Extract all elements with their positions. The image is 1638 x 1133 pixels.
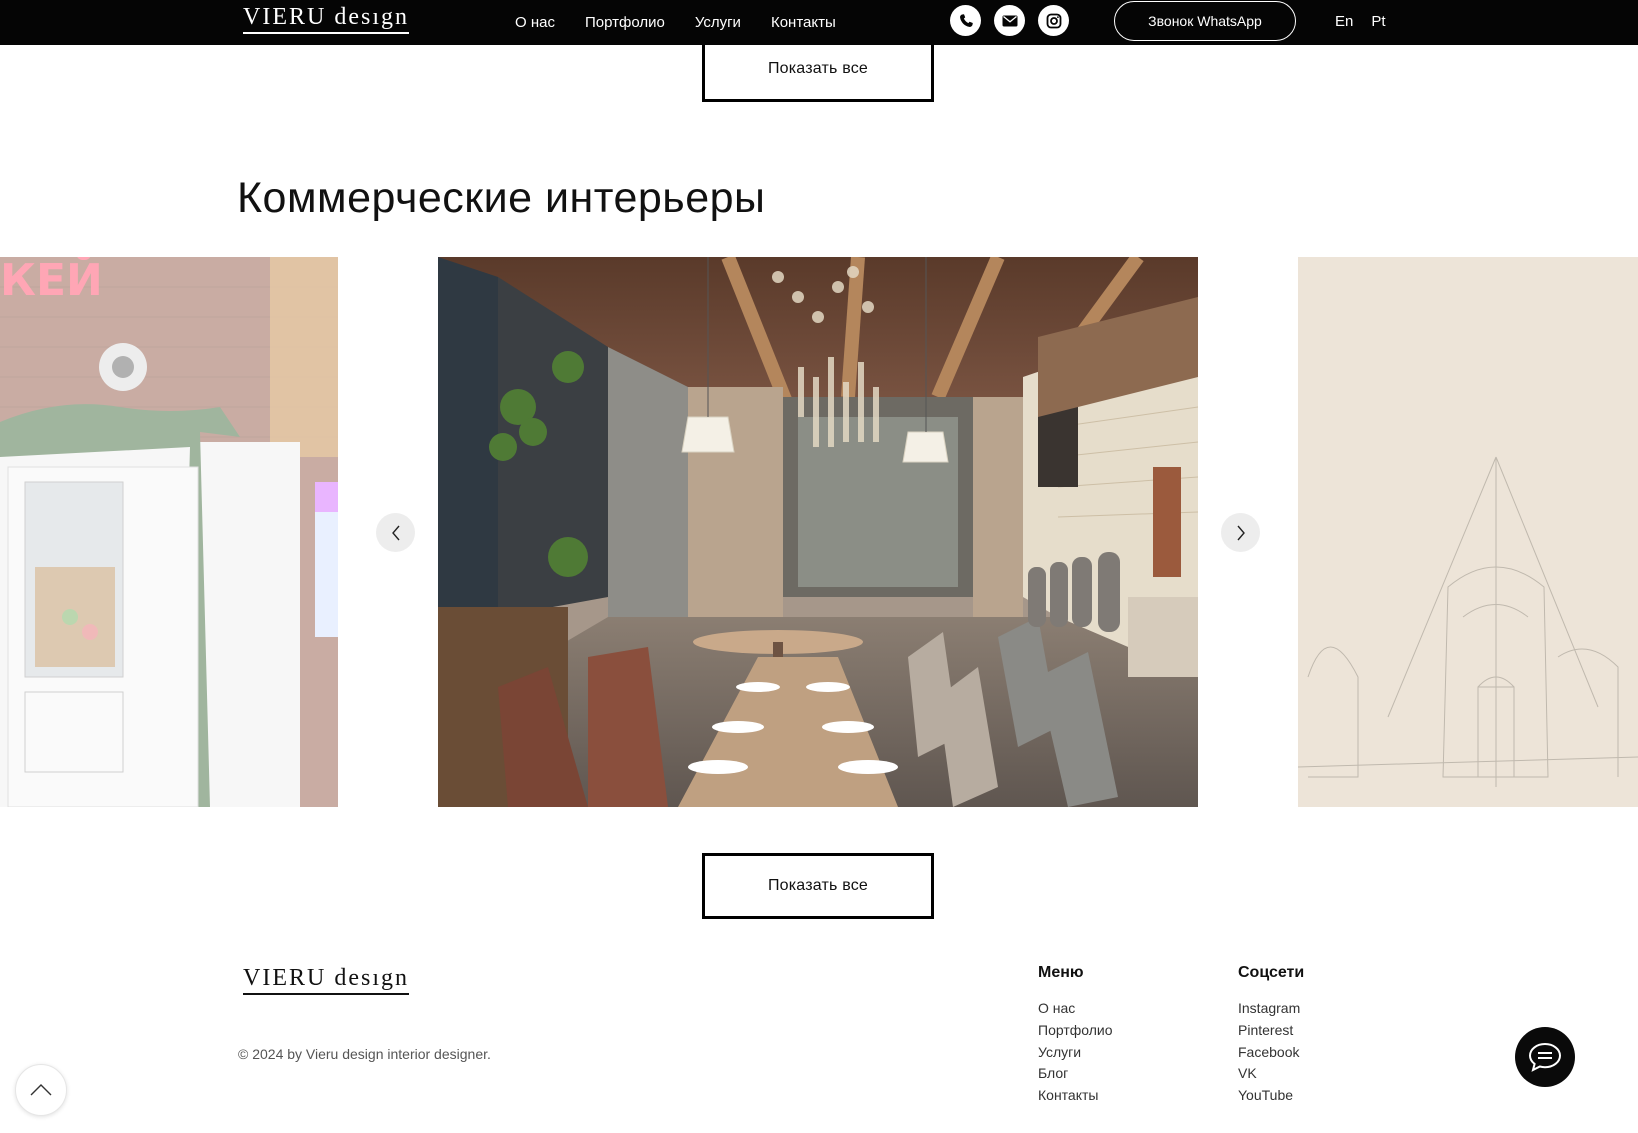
logo-text-design: desıgn (334, 4, 409, 30)
shop-entrance-photo: КЕЙ (0, 257, 338, 807)
footer-menu-item-portfolio[interactable]: Портфолио (1038, 1020, 1113, 1042)
whatsapp-call-button[interactable]: Звонок WhatsApp (1114, 1, 1296, 41)
chevron-left-icon (391, 525, 400, 540)
restaurant-interior-render (438, 257, 1198, 807)
carousel-slide-prev[interactable]: КЕЙ (0, 257, 338, 807)
footer-menu-item-about[interactable]: О нас (1038, 998, 1113, 1020)
header-logo[interactable]: VIERU desıgn (243, 4, 409, 34)
mail-icon[interactable] (994, 5, 1025, 36)
chat-button[interactable] (1515, 1027, 1575, 1087)
footer-menu-item-contacts[interactable]: Контакты (1038, 1085, 1113, 1107)
footer-social-pinterest[interactable]: Pinterest (1238, 1020, 1304, 1042)
footer-menu: Меню О нас Портфолио Услуги Блог Контакт… (1038, 964, 1113, 1107)
footer-social-title: Соцсети (1238, 964, 1305, 981)
carousel-next-button[interactable] (1221, 513, 1260, 552)
pencil-sketch-drawing (1298, 257, 1638, 807)
footer-social-youtube[interactable]: YouTube (1238, 1085, 1304, 1107)
section-title: Коммерческие интерьеры (237, 174, 766, 222)
header-social-links (950, 5, 1069, 36)
nav-portfolio[interactable]: Портфолио (585, 14, 665, 31)
chevron-up-icon (30, 1084, 52, 1096)
copyright-text: © 2024 by Vieru design interior designer… (238, 1046, 491, 1062)
logo-text-main: VIERU (243, 4, 327, 30)
nav-about[interactable]: О нас (515, 14, 555, 31)
svg-text:КЕЙ: КЕЙ (0, 257, 103, 306)
footer-logo-text-design: desıgn (334, 965, 409, 991)
carousel-slide-next[interactable] (1298, 257, 1638, 807)
lang-en[interactable]: En (1335, 13, 1353, 30)
footer-menu-title: Меню (1038, 964, 1084, 981)
show-all-button[interactable]: Показать все (702, 853, 934, 919)
nav-contacts[interactable]: Контакты (771, 14, 836, 31)
footer-logo-text-main: VIERU (243, 965, 327, 991)
footer-social-vk[interactable]: VK (1238, 1063, 1304, 1085)
language-switcher: En Pt (1335, 0, 1386, 42)
footer-social-instagram[interactable]: Instagram (1238, 998, 1304, 1020)
chat-bubble-icon (1528, 1042, 1562, 1072)
top-navbar: VIERU desıgn О нас Портфолио Услуги Конт… (0, 0, 1638, 45)
nav-services[interactable]: Услуги (695, 14, 741, 31)
scroll-to-top-button[interactable] (15, 1064, 67, 1116)
instagram-icon[interactable] (1038, 5, 1069, 36)
phone-icon[interactable] (950, 5, 981, 36)
lang-pt[interactable]: Pt (1371, 13, 1385, 30)
main-nav: О нас Портфолио Услуги Контакты (515, 0, 836, 45)
carousel-slide-current[interactable] (438, 257, 1198, 807)
footer-menu-item-blog[interactable]: Блог (1038, 1063, 1113, 1085)
footer-social-facebook[interactable]: Facebook (1238, 1042, 1304, 1064)
chevron-right-icon (1236, 525, 1245, 540)
show-all-button-previous[interactable]: Показать все (702, 36, 934, 102)
carousel-prev-button[interactable] (376, 513, 415, 552)
footer-logo[interactable]: VIERU desıgn (243, 965, 409, 995)
footer-menu-item-services[interactable]: Услуги (1038, 1042, 1113, 1064)
footer-social: Соцсети Instagram Pinterest Facebook VK … (1238, 964, 1304, 1107)
